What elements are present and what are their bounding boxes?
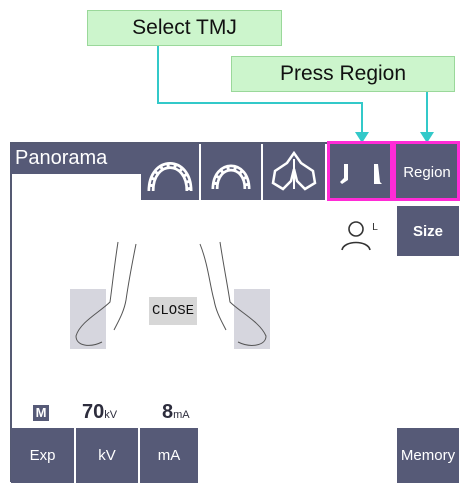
kv-unit: kV [104, 409, 118, 421]
exp-button-label: Exp [29, 447, 56, 464]
standard-arch-button[interactable] [201, 144, 261, 200]
sinus-button[interactable] [263, 144, 325, 200]
select-tmj-arrow [157, 46, 363, 134]
ma-button-label: mA [157, 447, 181, 464]
standard-arch-icon [211, 164, 251, 190]
callout-arrows [157, 46, 434, 143]
ma-readout: 8mA [162, 401, 190, 424]
kv-button[interactable]: kV [76, 428, 138, 483]
manual-mode-indicator: M [33, 405, 49, 421]
size-button[interactable]: Size [397, 206, 459, 256]
ma-unit: mA [173, 409, 190, 421]
tmj-highlight [327, 141, 393, 201]
mouth-status-label: CLOSE [149, 297, 197, 325]
full-arch-button[interactable] [141, 144, 199, 200]
patient-side-icon: L [341, 221, 378, 251]
memory-button[interactable]: Memory [397, 428, 459, 483]
mode-title-text: Panorama [15, 147, 108, 169]
kv-value: 70 [82, 401, 105, 423]
memory-button-label: Memory [400, 447, 456, 464]
sinus-icon [271, 150, 317, 191]
mouth-status-text: CLOSE [151, 303, 194, 319]
size-button-label: Size [412, 222, 443, 240]
mode-title: Panorama [11, 144, 141, 174]
ma-value: 8 [162, 401, 174, 423]
kv-readout: 70kV [82, 401, 117, 424]
exp-button[interactable]: Exp [11, 428, 74, 483]
kv-button-label: kV [98, 447, 116, 464]
region-highlight [393, 141, 460, 201]
manual-mode-text: M [35, 405, 47, 420]
ma-button[interactable]: mA [140, 428, 198, 483]
svg-text:L: L [372, 222, 378, 233]
full-arch-icon [147, 162, 193, 192]
